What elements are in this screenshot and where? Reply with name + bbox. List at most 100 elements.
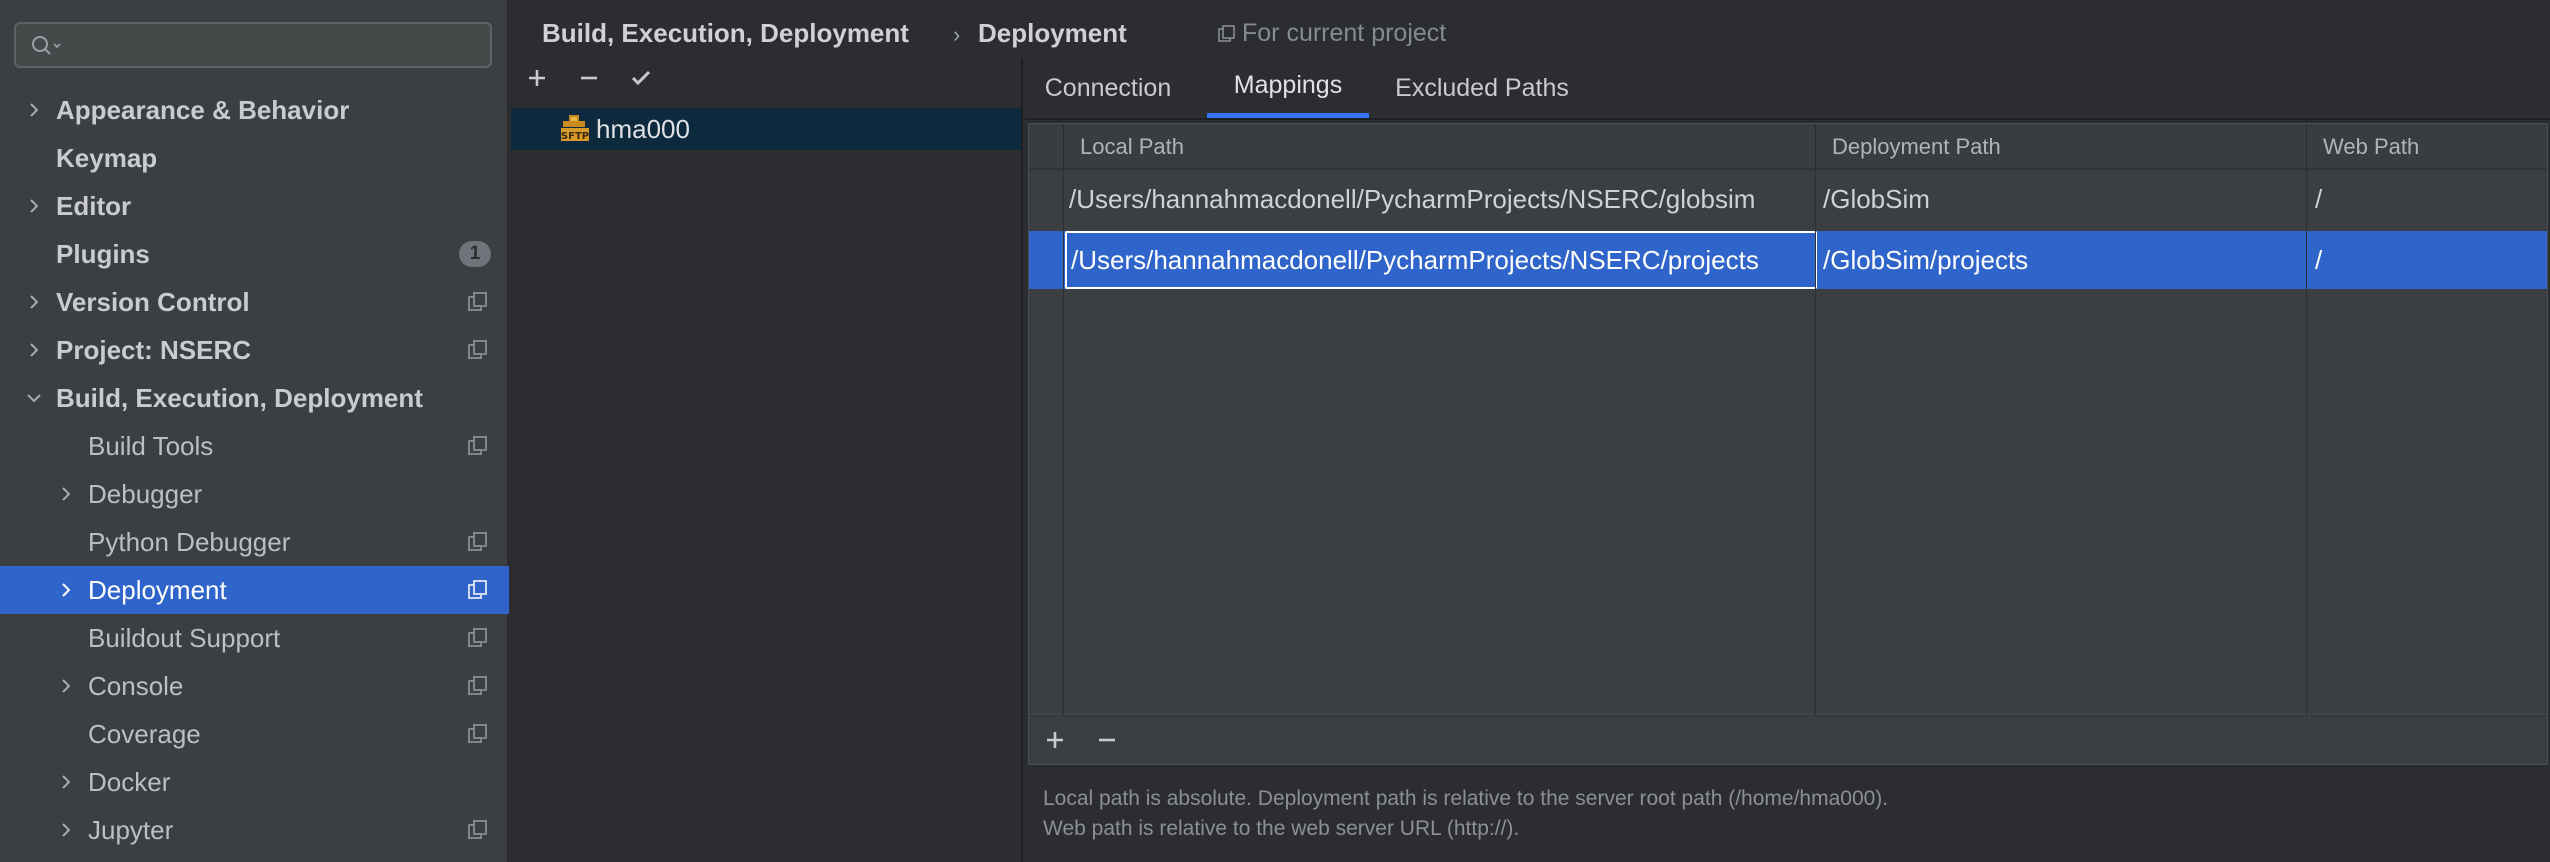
- help-line-local: Local path is absolute. Deployment path …: [1043, 787, 1889, 810]
- settings-sidebar: Appearance & Behavior Keymap Editor Plugins…: [0, 0, 509, 862]
- sidebar-item-label: Console: [88, 670, 184, 701]
- sidebar-item-debugger[interactable]: Debugger: [0, 470, 509, 518]
- server-list-pane: SFTP hma000: [511, 58, 1023, 862]
- chevron-right-icon[interactable]: [58, 582, 74, 598]
- project-scope-icon: [468, 676, 487, 695]
- column-divider: [2306, 170, 2307, 716]
- chevron-right-icon[interactable]: [58, 678, 74, 694]
- chevron-right-icon[interactable]: [26, 102, 42, 118]
- sidebar-item-label: Coverage: [88, 718, 201, 749]
- sftp-icon: SFTP: [561, 115, 589, 142]
- deployment-details-pane: Connection Mappings Excluded Paths Local…: [1025, 58, 2550, 862]
- column-local-path[interactable]: Local Path: [1063, 124, 1815, 170]
- sidebar-item-label: Python Debugger: [88, 526, 291, 557]
- sidebar-item-deployment[interactable]: Deployment: [0, 566, 509, 614]
- mappings-table: Local Path Deployment Path Web Path /Use…: [1028, 123, 2548, 716]
- sidebar-item-appearance-behavior[interactable]: Appearance & Behavior: [0, 86, 509, 134]
- chevron-right-icon[interactable]: [26, 342, 42, 358]
- chevron-right-icon[interactable]: [58, 774, 74, 790]
- chevron-right-icon[interactable]: [26, 294, 42, 310]
- sidebar-item-label: Project: NSERC: [56, 334, 252, 365]
- sidebar-item-docker[interactable]: Docker: [0, 758, 509, 806]
- column-divider: [1815, 170, 1816, 716]
- sidebar-item-plugins[interactable]: Plugins 1: [0, 230, 509, 278]
- sidebar-item-keymap[interactable]: Keymap: [0, 134, 509, 182]
- breadcrumb-parent[interactable]: Build, Execution, Deployment: [542, 18, 909, 49]
- sidebar-item-buildout-support[interactable]: Buildout Support: [0, 614, 509, 662]
- sidebar-item-version-control[interactable]: Version Control: [0, 278, 509, 326]
- sidebar-item-label: Editor: [56, 190, 132, 221]
- table-header: Local Path Deployment Path Web Path: [1029, 124, 2547, 170]
- scope-label: For current project: [1242, 19, 1447, 47]
- breadcrumb-current: Deployment: [978, 18, 1127, 48]
- mappings-help-text: Local path is absolute. Deployment path …: [1043, 784, 1888, 844]
- plus-icon: [1047, 732, 1063, 748]
- sidebar-item-label: Appearance & Behavior: [56, 94, 350, 125]
- sidebar-item-label: Plugins: [56, 238, 150, 269]
- project-scope-icon: [468, 724, 487, 743]
- minus-icon: [1099, 738, 1115, 742]
- deployment-path-cell[interactable]: /GlobSim: [1823, 170, 2303, 228]
- project-scope-icon: [468, 820, 487, 839]
- sidebar-item-label: Docker: [88, 766, 171, 797]
- sidebar-item-label: Keymap: [56, 142, 158, 173]
- sidebar-item-editor[interactable]: Editor: [0, 182, 509, 230]
- chevron-down-icon[interactable]: [26, 390, 42, 406]
- web-path-cell[interactable]: /: [2315, 170, 2545, 228]
- sidebar-item-console[interactable]: Console: [0, 662, 509, 710]
- deployment-path-cell[interactable]: /GlobSim/projects: [1823, 231, 2303, 289]
- local-path-cell-editing[interactable]: /Users/hannahmacdonell/PycharmProjects/N…: [1065, 231, 1817, 289]
- sidebar-item-build-tools[interactable]: Build Tools: [0, 422, 509, 470]
- tab-mappings[interactable]: Mappings: [1207, 58, 1369, 118]
- project-scope-icon: [468, 628, 487, 647]
- sidebar-item-label: Build, Execution, Deployment: [56, 382, 423, 413]
- chevron-right-icon[interactable]: [58, 822, 74, 838]
- search-input[interactable]: [68, 30, 480, 60]
- help-line-web: Web path is relative to the web server U…: [1043, 817, 1520, 840]
- sidebar-item-label: Build Tools: [88, 430, 214, 461]
- breadcrumb-separator: ›: [953, 22, 961, 47]
- settings-header: Build, Execution, Deployment › Deploymen…: [511, 0, 2550, 66]
- table-row[interactable]: /Users/hannahmacdonell/PycharmProjects/N…: [1029, 170, 2547, 228]
- remove-mapping-button[interactable]: [1091, 724, 1123, 756]
- add-server-button[interactable]: [521, 62, 553, 94]
- web-path-cell[interactable]: /: [2315, 231, 2545, 289]
- tab-connection[interactable]: Connection: [1025, 58, 1191, 118]
- project-scope-icon: [468, 292, 487, 311]
- sidebar-item-label: Buildout Support: [88, 622, 281, 653]
- sidebar-item-label: Jupyter: [88, 814, 174, 845]
- tab-excluded-paths[interactable]: Excluded Paths: [1385, 58, 1579, 118]
- project-scope-icon: [468, 436, 487, 455]
- project-scope-icon: [468, 532, 487, 551]
- mappings-toolbar: [1028, 715, 2548, 765]
- project-scope-icon: [468, 580, 487, 599]
- sidebar-item-coverage[interactable]: Coverage: [0, 710, 509, 758]
- project-scope-icon: [468, 340, 487, 359]
- project-scope-icon: [1218, 25, 1235, 42]
- sidebar-item-label: Deployment: [88, 574, 227, 605]
- add-mapping-button[interactable]: [1039, 724, 1071, 756]
- settings-search[interactable]: [14, 22, 492, 68]
- sidebar-item-label: Debugger: [88, 478, 203, 509]
- column-divider: [1063, 170, 1064, 716]
- server-name: hma000: [596, 114, 690, 144]
- set-default-server-button[interactable]: [625, 62, 657, 94]
- sidebar-item-python-debugger[interactable]: Python Debugger: [0, 518, 509, 566]
- sidebar-item-jupyter[interactable]: Jupyter: [0, 806, 509, 854]
- svg-text:SFTP: SFTP: [561, 131, 589, 142]
- column-deployment-path[interactable]: Deployment Path: [1815, 124, 2306, 170]
- search-icon: [32, 36, 61, 55]
- sidebar-item-build-execution-deployment[interactable]: Build, Execution, Deployment: [0, 374, 509, 422]
- checkmark-icon: [631, 70, 651, 86]
- sidebar-item-project-nserc[interactable]: Project: NSERC: [0, 326, 509, 374]
- local-path-cell[interactable]: /Users/hannahmacdonell/PycharmProjects/N…: [1069, 170, 1813, 228]
- chevron-right-icon[interactable]: [58, 486, 74, 502]
- plugins-update-badge: 1: [459, 241, 491, 267]
- remove-server-button[interactable]: [573, 62, 605, 94]
- table-row-selected[interactable]: /Users/hannahmacdonell/PycharmProjects/N…: [1029, 231, 2547, 289]
- chevron-right-icon[interactable]: [26, 198, 42, 214]
- plus-icon: [529, 70, 545, 86]
- server-item-hma000[interactable]: SFTP hma000: [511, 108, 1021, 150]
- minus-icon: [581, 76, 597, 80]
- column-web-path[interactable]: Web Path: [2306, 124, 2549, 170]
